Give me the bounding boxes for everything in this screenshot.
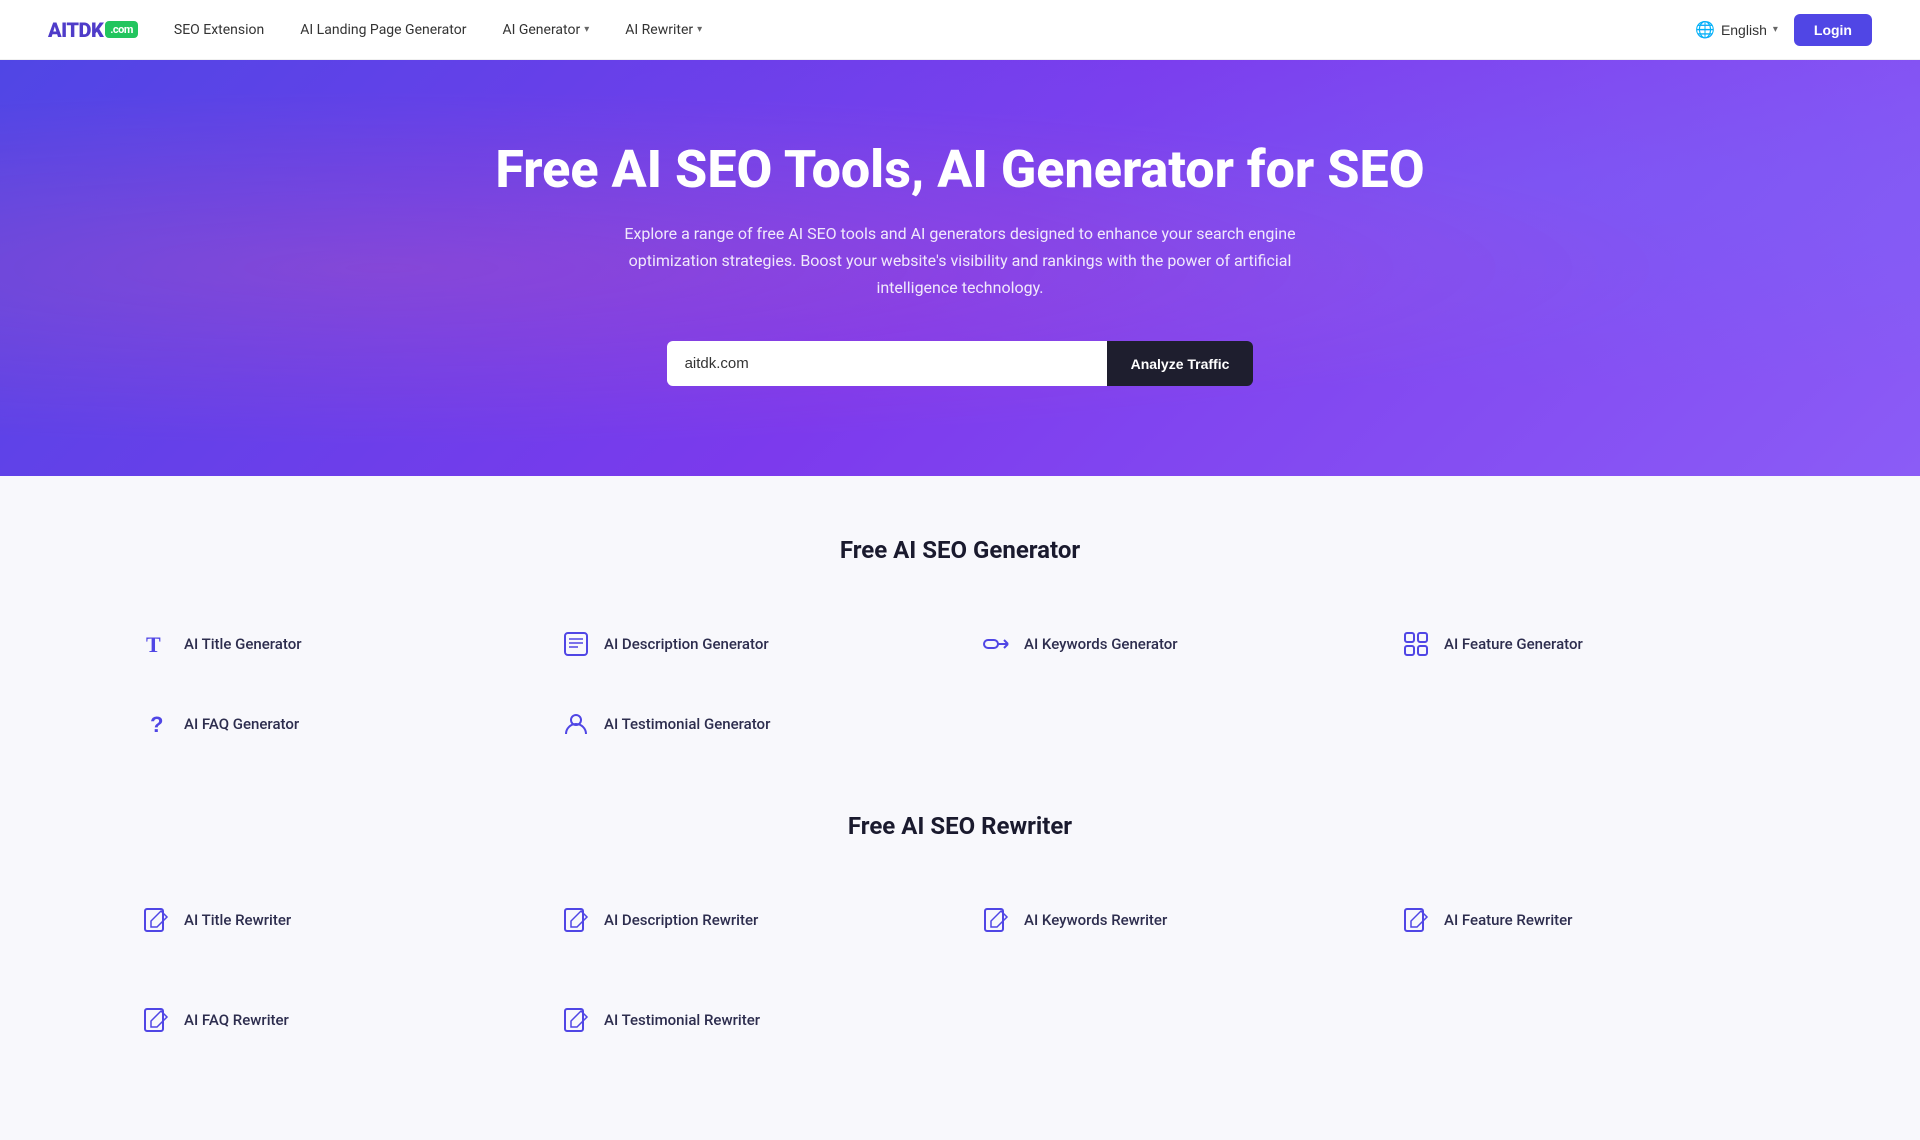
chevron-down-icon: ▾	[1773, 24, 1778, 35]
tool-name: AI Feature Rewriter	[1444, 911, 1572, 929]
generator-tool-grid: T AI Title Generator AI Description Gene…	[120, 604, 1800, 764]
tool-ai-title-rewriter[interactable]: AI Title Rewriter	[120, 880, 540, 960]
tool-ai-description-generator[interactable]: AI Description Generator	[540, 604, 960, 684]
feature-rewriter-icon	[1400, 904, 1432, 936]
tool-ai-testimonial-generator[interactable]: AI Testimonial Generator	[540, 684, 960, 764]
faq-icon: ?	[140, 708, 172, 740]
chevron-down-icon: ▾	[584, 24, 589, 35]
logo[interactable]: AITDK .com	[48, 18, 138, 42]
url-input[interactable]	[667, 341, 1107, 386]
tool-name: AI Title Generator	[184, 635, 302, 653]
title-icon: T	[140, 628, 172, 660]
hero-subtitle: Explore a range of free AI SEO tools and…	[610, 220, 1310, 302]
main-content: Free AI SEO Generator T AI Title Generat…	[0, 476, 1920, 1140]
globe-icon: 🌐	[1695, 20, 1715, 40]
keywords-rewriter-icon	[980, 904, 1012, 936]
logo-text: AITDK	[48, 18, 103, 42]
extra-rewriter-icon	[140, 1004, 172, 1036]
nav-landing-page[interactable]: AI Landing Page Generator	[300, 22, 466, 38]
tool-name: AI Feature Generator	[1444, 635, 1583, 653]
search-bar: Analyze Traffic	[48, 341, 1872, 386]
nav-seo-extension[interactable]: SEO Extension	[174, 22, 264, 38]
tool-name: AI Title Rewriter	[184, 911, 291, 929]
tool-ai-feature-rewriter[interactable]: AI Feature Rewriter	[1380, 880, 1800, 960]
nav-ai-generator[interactable]: AI Generator ▾	[502, 22, 589, 38]
analyze-traffic-button[interactable]: Analyze Traffic	[1107, 341, 1254, 386]
tool-extra-1[interactable]: AI FAQ Rewriter	[120, 980, 540, 1060]
rewriter-section-title: Free AI SEO Rewriter	[120, 812, 1800, 840]
chevron-down-icon: ▾	[697, 24, 702, 35]
generator-section-title: Free AI SEO Generator	[120, 536, 1800, 564]
keywords-icon	[980, 628, 1012, 660]
extra-rewriter-icon-2	[560, 1004, 592, 1036]
language-selector[interactable]: 🌐 English ▾	[1695, 20, 1778, 40]
hero-title: Free AI SEO Tools, AI Generator for SEO	[48, 140, 1872, 200]
svg-text:T: T	[146, 632, 161, 657]
hero-section: Free AI SEO Tools, AI Generator for SEO …	[0, 60, 1920, 476]
tool-name: AI Keywords Generator	[1024, 635, 1178, 653]
svg-text:?: ?	[150, 712, 163, 737]
tool-name: AI Testimonial Rewriter	[604, 1011, 760, 1029]
tool-ai-title-generator[interactable]: T AI Title Generator	[120, 604, 540, 684]
feature-icon	[1400, 628, 1432, 660]
logo-badge: .com	[105, 21, 138, 38]
tool-ai-description-rewriter[interactable]: AI Description Rewriter	[540, 880, 960, 960]
tool-name: AI FAQ Generator	[184, 715, 299, 733]
login-button[interactable]: Login	[1794, 14, 1872, 46]
nav-ai-rewriter[interactable]: AI Rewriter ▾	[625, 22, 702, 38]
description-icon	[560, 628, 592, 660]
testimonial-icon	[560, 708, 592, 740]
title-rewriter-icon	[140, 904, 172, 936]
description-rewriter-icon	[560, 904, 592, 936]
tool-name: AI Description Generator	[604, 635, 769, 653]
tool-ai-keywords-rewriter[interactable]: AI Keywords Rewriter	[960, 880, 1380, 960]
tool-name: AI Keywords Rewriter	[1024, 911, 1167, 929]
tool-name: AI FAQ Rewriter	[184, 1011, 289, 1029]
tool-name: AI Testimonial Generator	[604, 715, 770, 733]
rewriter-tool-grid: AI Title Rewriter AI Description Rewrite…	[120, 880, 1800, 960]
tool-ai-feature-generator[interactable]: AI Feature Generator	[1380, 604, 1800, 684]
tool-extra-2[interactable]: AI Testimonial Rewriter	[540, 980, 960, 1060]
tool-ai-keywords-generator[interactable]: AI Keywords Generator	[960, 604, 1380, 684]
tool-name: AI Description Rewriter	[604, 911, 758, 929]
language-label: English	[1721, 22, 1767, 38]
navbar: AITDK .com SEO Extension AI Landing Page…	[0, 0, 1920, 60]
rewriter-extra-tools: AI FAQ Rewriter AI Testimonial Rewriter	[120, 980, 1800, 1060]
tool-ai-faq-generator[interactable]: ? AI FAQ Generator	[120, 684, 540, 764]
